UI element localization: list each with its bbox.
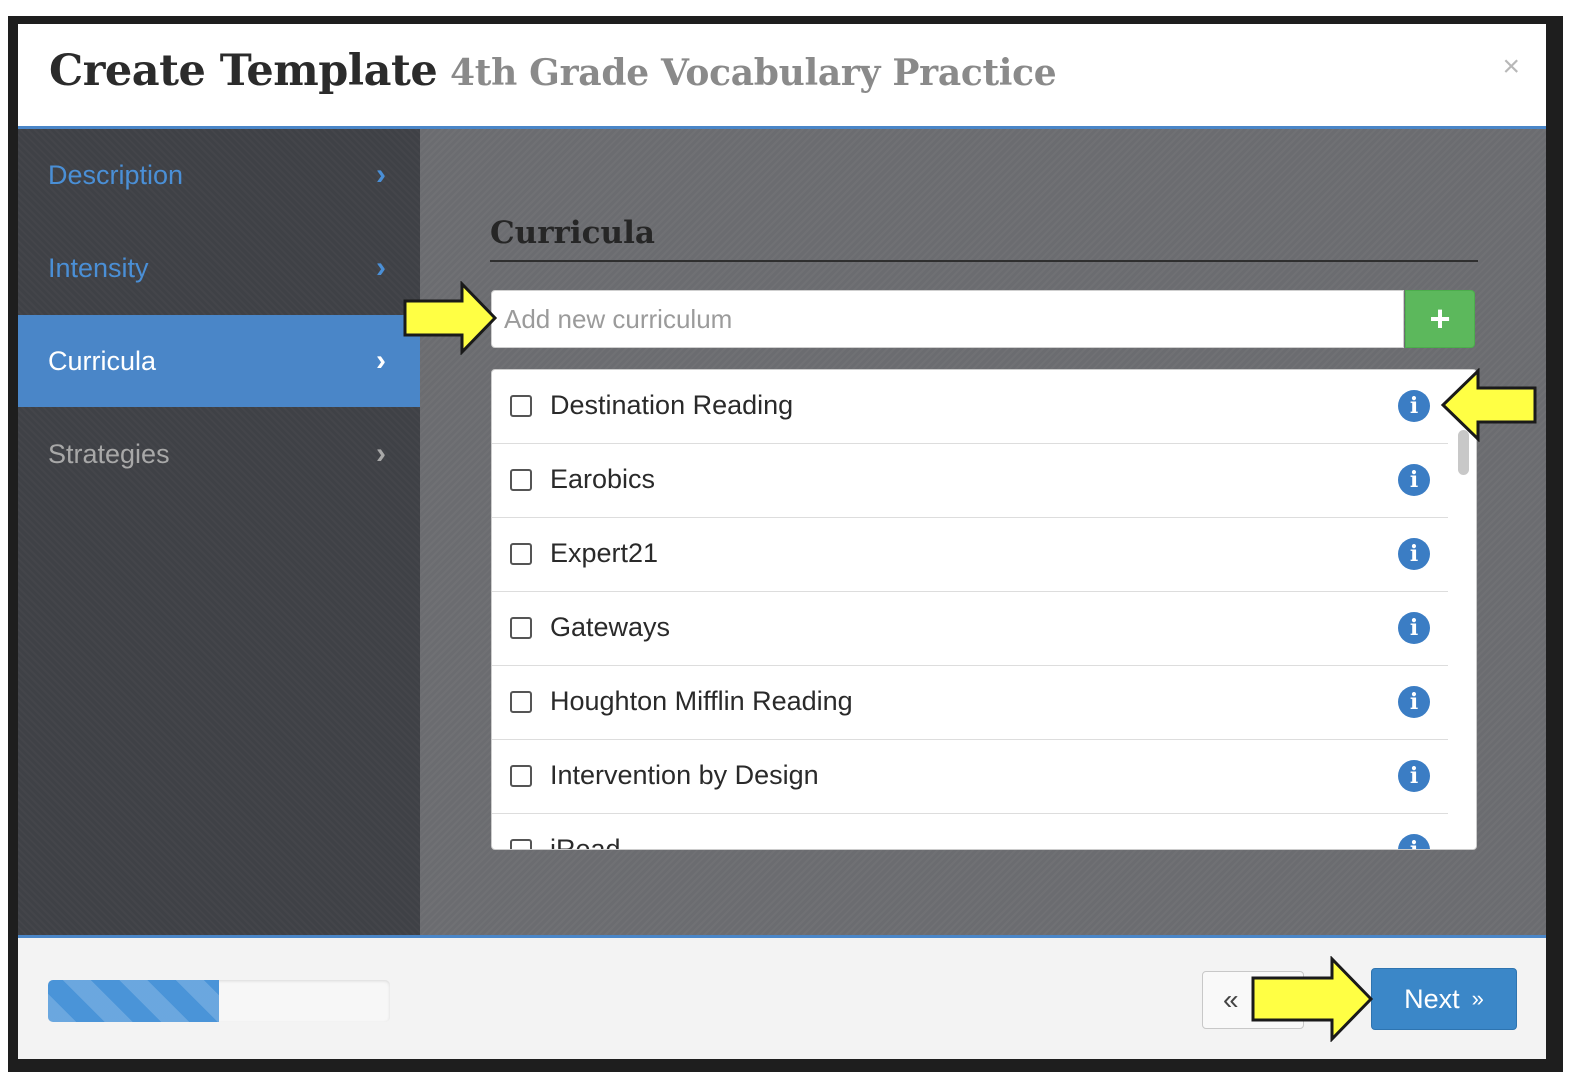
curriculum-checkbox[interactable] <box>510 765 532 787</box>
curriculum-label: iRead <box>550 834 621 850</box>
add-curriculum-button[interactable]: + <box>1405 290 1475 348</box>
sidebar-item-strategies[interactable]: Strategies › <box>18 408 420 500</box>
info-icon[interactable]: i <box>1398 612 1430 644</box>
chevron-right-icon: › <box>376 158 386 191</box>
callout-arrow-icon <box>403 281 498 355</box>
curriculum-checkbox[interactable] <box>510 469 532 491</box>
sidebar-item-label: Strategies <box>48 438 170 469</box>
info-icon[interactable]: i <box>1398 760 1430 792</box>
list-item: Intervention by Design i <box>492 740 1448 814</box>
curriculum-checkbox[interactable] <box>510 617 532 639</box>
next-button-label: Next <box>1404 983 1460 1014</box>
list-item: Gateways i <box>492 592 1448 666</box>
curriculum-checkbox[interactable] <box>510 543 532 565</box>
close-icon[interactable]: × <box>1502 52 1520 82</box>
progress-bar <box>48 980 390 1022</box>
curriculum-checkbox[interactable] <box>510 691 532 713</box>
list-item: Houghton Mifflin Reading i <box>492 666 1448 740</box>
progress-fill <box>48 980 219 1022</box>
modal-title: Create Template <box>49 46 438 96</box>
template-name: 4th Grade Vocabulary Practice <box>450 52 1057 94</box>
chevron-right-icon: › <box>376 251 386 284</box>
sidebar-item-label: Curricula <box>48 345 157 376</box>
modal-header: Create Template 4th Grade Vocabulary Pra… <box>18 24 1546 129</box>
curricula-list: Destination Reading i Earobics i Expert2… <box>491 369 1477 850</box>
chevron-right-icon: › <box>376 437 386 470</box>
double-chevron-right-icon: » <box>1471 986 1484 1011</box>
info-icon[interactable]: i <box>1398 686 1430 718</box>
curriculum-label: Intervention by Design <box>550 760 819 790</box>
info-icon[interactable]: i <box>1398 538 1430 570</box>
callout-arrow-icon <box>1440 368 1537 442</box>
info-icon[interactable]: i <box>1398 390 1430 422</box>
plus-icon: + <box>1429 298 1451 339</box>
list-item: iRead i <box>492 814 1448 850</box>
wizard-sidebar: Description › Intensity › Curricula › St… <box>18 129 420 935</box>
callout-arrow-icon <box>1251 956 1374 1042</box>
curriculum-label: Destination Reading <box>550 390 794 420</box>
chevron-right-icon: › <box>376 344 386 377</box>
list-item: Earobics i <box>492 444 1448 518</box>
section-divider <box>490 260 1478 262</box>
create-template-modal: Create Template 4th Grade Vocabulary Pra… <box>18 24 1546 1059</box>
sidebar-item-label: Description <box>48 159 184 190</box>
section-title: Curricula <box>490 215 655 251</box>
add-curriculum-input[interactable] <box>491 290 1404 348</box>
list-item: Destination Reading i <box>492 370 1448 444</box>
double-chevron-left-icon: « <box>1223 984 1239 1015</box>
curriculum-label: Houghton Mifflin Reading <box>550 686 853 716</box>
curriculum-checkbox[interactable] <box>510 395 532 417</box>
curriculum-label: Gateways <box>550 612 671 642</box>
next-button[interactable]: Next » <box>1371 968 1517 1030</box>
curriculum-checkbox[interactable] <box>510 839 532 849</box>
sidebar-item-label: Intensity <box>48 252 149 283</box>
sidebar-item-intensity[interactable]: Intensity › <box>18 222 420 314</box>
sidebar-item-curricula[interactable]: Curricula › <box>18 315 420 407</box>
info-icon[interactable]: i <box>1398 834 1430 849</box>
info-icon[interactable]: i <box>1398 464 1430 496</box>
curricula-panel: Curricula + Destination Reading i Earobi… <box>420 129 1546 935</box>
curriculum-label: Expert21 <box>550 538 659 568</box>
list-item: Expert21 i <box>492 518 1448 592</box>
curriculum-label: Earobics <box>550 464 656 494</box>
sidebar-item-description[interactable]: Description › <box>18 129 420 221</box>
